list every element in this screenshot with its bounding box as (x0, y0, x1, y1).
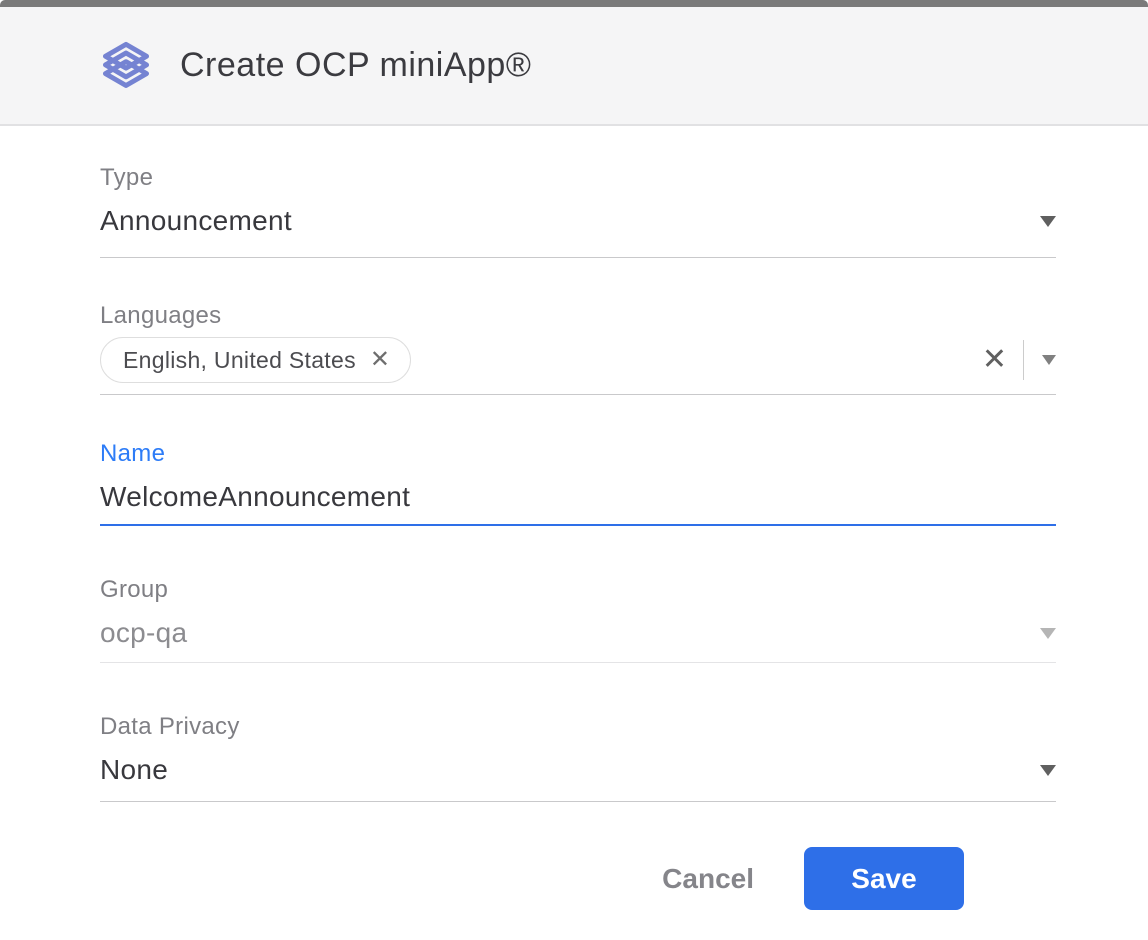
data-privacy-field[interactable]: Data Privacy None (100, 713, 1056, 802)
type-field[interactable]: Type Announcement (100, 164, 1056, 258)
name-field[interactable]: Name WelcomeAnnouncement (100, 440, 1056, 526)
divider (1023, 340, 1024, 380)
dialog-header: Create OCP miniApp® (0, 7, 1148, 126)
dialog-title: Create OCP miniApp® (180, 46, 531, 85)
group-label: Group (100, 576, 1056, 604)
name-label: Name (100, 440, 1056, 468)
dialog-footer: Cancel Save (100, 847, 1056, 910)
type-value: Announcement (100, 204, 292, 238)
clear-all-icon[interactable]: ✕ (982, 345, 1007, 375)
miniapp-form: Type Announcement Languages English, Uni… (0, 126, 1148, 910)
chip-remove-icon[interactable]: ✕ (370, 348, 390, 372)
name-value[interactable]: WelcomeAnnouncement (100, 480, 410, 514)
data-privacy-value: None (100, 753, 168, 787)
window-top-edge (0, 0, 1148, 7)
language-chip[interactable]: English, United States ✕ (100, 337, 411, 383)
create-miniapp-dialog: Create OCP miniApp® Type Announcement La… (0, 0, 1148, 940)
data-privacy-label: Data Privacy (100, 713, 1056, 741)
layers-icon (100, 39, 152, 93)
group-field[interactable]: Group ocp-qa (100, 576, 1056, 663)
language-chip-label: English, United States (123, 347, 356, 374)
cancel-button[interactable]: Cancel (660, 863, 756, 895)
type-label: Type (100, 164, 1056, 192)
chevron-down-icon[interactable] (1040, 628, 1056, 639)
chevron-down-icon[interactable] (1040, 765, 1056, 776)
save-button[interactable]: Save (804, 847, 964, 910)
chevron-down-icon[interactable] (1040, 216, 1056, 227)
chevron-down-icon[interactable] (1042, 355, 1056, 365)
languages-label: Languages (100, 302, 1056, 330)
group-value: ocp-qa (100, 616, 187, 650)
languages-field[interactable]: Languages English, United States ✕ ✕ (100, 302, 1056, 395)
